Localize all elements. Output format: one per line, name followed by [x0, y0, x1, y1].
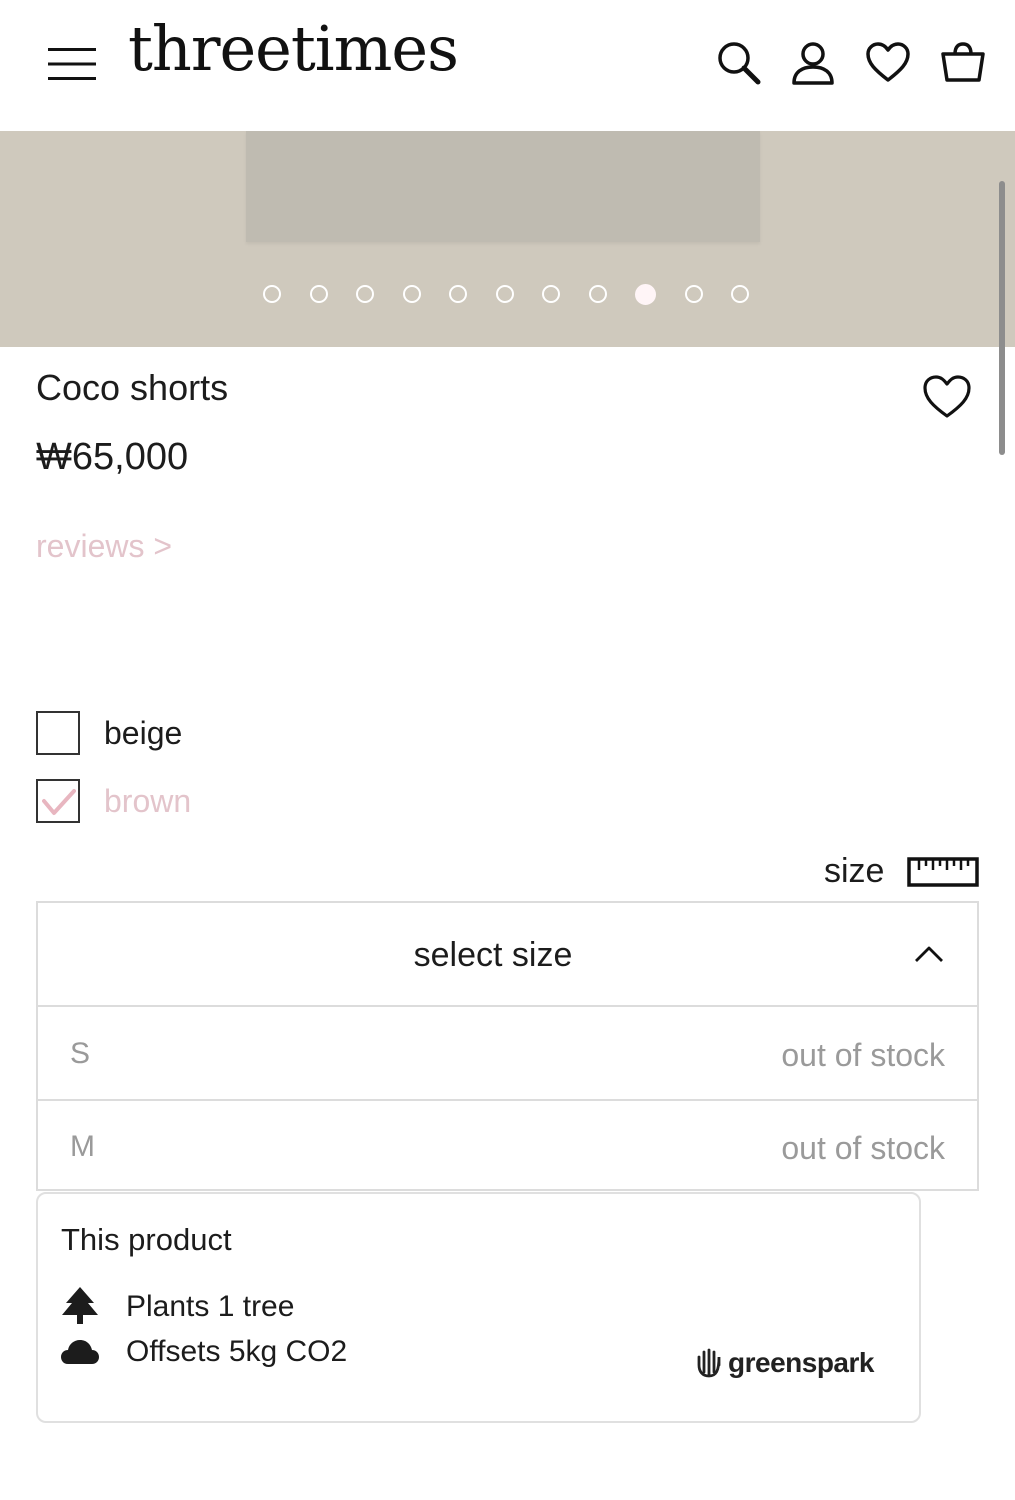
product-title: Coco shorts [36, 367, 229, 408]
account-icon[interactable] [790, 40, 836, 86]
impact-line-trees: Plants 1 tree [126, 1290, 295, 1323]
sustainability-impact-card: This product Plants 1 tree Offsets 5kg C… [36, 1192, 921, 1423]
impact-title: This product [61, 1222, 232, 1257]
cloud-icon [61, 1340, 99, 1364]
size-select-placeholder: select size [413, 936, 573, 974]
checkbox-unchecked[interactable] [36, 711, 80, 755]
product-image-carousel[interactable] [0, 131, 1015, 347]
size-option-name: S [70, 1037, 91, 1070]
greenspark-brand[interactable]: greenspark [696, 1347, 874, 1379]
carousel-dot[interactable] [449, 285, 467, 303]
chevron-up-icon [915, 946, 943, 962]
carousel-dot[interactable] [356, 285, 374, 303]
add-to-wishlist-heart-icon[interactable] [922, 374, 972, 420]
size-dropdown: select size S out of stock M out of stoc… [36, 901, 979, 1191]
carousel-dot[interactable] [542, 285, 560, 303]
greenspark-logo-icon [697, 1348, 721, 1378]
color-option-brown[interactable]: brown [36, 777, 191, 825]
page-scrollbar[interactable] [999, 181, 1005, 455]
checkbox-checked[interactable] [36, 779, 80, 823]
carousel-dot[interactable] [495, 285, 514, 303]
size-option-row[interactable]: M out of stock [38, 1100, 977, 1192]
carousel-dot-active[interactable] [635, 284, 656, 305]
reviews-link[interactable]: reviews > [36, 528, 172, 565]
carousel-dot[interactable] [309, 285, 328, 303]
ruler-icon[interactable] [907, 857, 979, 887]
stock-status: out of stock [781, 1130, 945, 1166]
color-option-label: brown [104, 782, 192, 819]
carousel-dots [263, 284, 778, 307]
size-option-name: M [70, 1130, 95, 1163]
carousel-dot[interactable] [263, 285, 281, 303]
color-option-label: beige [104, 714, 183, 751]
product-price: ₩65,000 [36, 436, 189, 478]
checkmark-icon [42, 789, 76, 815]
carousel-dot[interactable] [684, 285, 703, 303]
cart-icon[interactable] [940, 40, 986, 86]
carousel-dot[interactable] [588, 285, 607, 303]
stock-status: out of stock [781, 1037, 945, 1073]
product-photo [246, 131, 760, 242]
impact-line-co2: Offsets 5kg CO2 [126, 1335, 348, 1368]
search-icon[interactable] [716, 40, 762, 86]
carousel-dot[interactable] [731, 285, 749, 303]
size-option-row[interactable]: S out of stock [38, 1007, 977, 1101]
wishlist-icon[interactable] [865, 40, 911, 86]
color-option-beige[interactable]: beige [36, 709, 182, 757]
site-header: threetimes [0, 0, 1015, 131]
hamburger-menu-icon[interactable] [48, 46, 96, 82]
carousel-dot[interactable] [402, 285, 421, 303]
brand-logo[interactable]: threetimes [128, 18, 459, 80]
tree-icon [62, 1287, 98, 1324]
greenspark-brand-name: greenspark [728, 1347, 874, 1378]
size-select-toggle[interactable]: select size [38, 903, 977, 1007]
size-guide-label[interactable]: size [824, 852, 884, 891]
